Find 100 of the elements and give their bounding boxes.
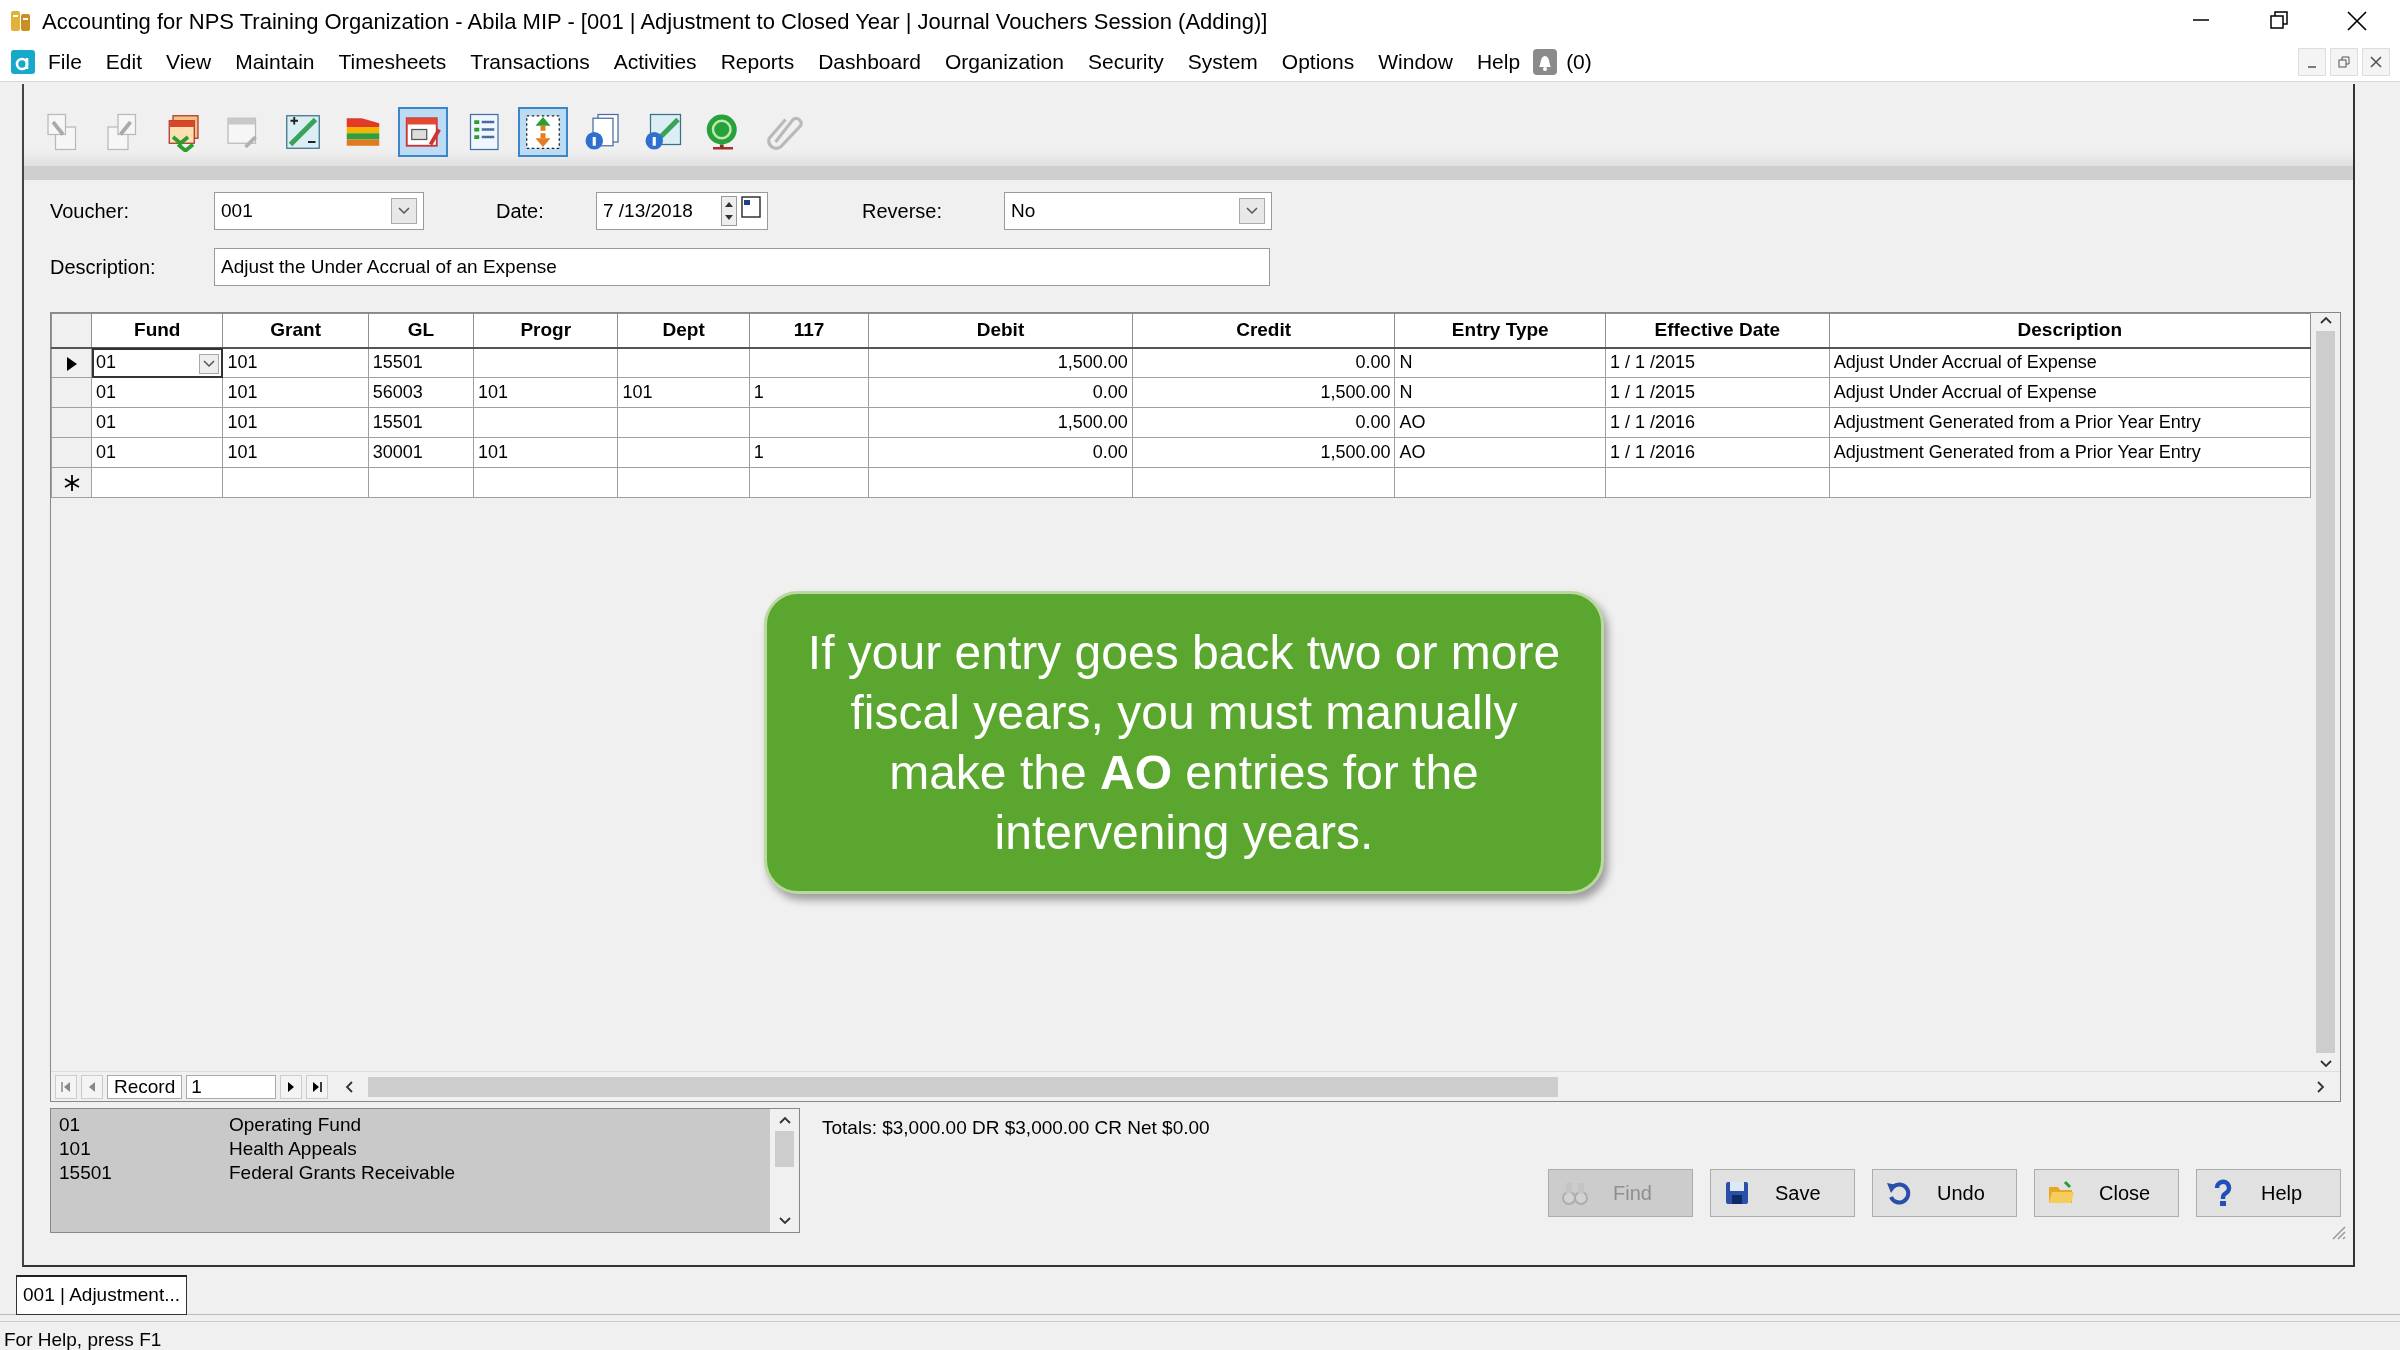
- table-cell: 56003: [368, 377, 474, 408]
- totals-text: Totals: $3,000.00 DR $3,000.00 CR Net $0.00: [822, 1116, 1211, 1140]
- table-cell: 101: [222, 347, 369, 378]
- scroll-thumb[interactable]: [368, 1076, 1559, 1097]
- field-label: Date:: [496, 199, 545, 224]
- table-cell: Adjustment Generated from a Prior Year Entry: [1829, 407, 2311, 438]
- table-cell: 01: [91, 407, 223, 438]
- table-cell: 0.00: [1132, 347, 1395, 378]
- field-label: Description:: [50, 255, 157, 280]
- menu-item[interactable]: Edit: [93, 43, 155, 80]
- table-cell: 101: [222, 437, 369, 468]
- menu-item[interactable]: System: [1175, 43, 1270, 80]
- table-cell: 101: [473, 437, 618, 468]
- lookup-code: 01: [59, 1113, 82, 1137]
- scroll-thumb[interactable]: [2316, 331, 2335, 1053]
- table-cell: 1 / 1 /2015: [1605, 347, 1830, 378]
- table-cell: 1,500.00: [868, 407, 1133, 438]
- table-cell: 0.00: [868, 377, 1133, 408]
- app-logo-icon: [10, 48, 36, 75]
- table-cell: 0.00: [1132, 407, 1395, 438]
- table-cell: 1,500.00: [868, 347, 1133, 378]
- table-cell: AO: [1395, 407, 1606, 438]
- bell-icon[interactable]: [1532, 47, 1559, 76]
- column-header[interactable]: Progr: [473, 313, 618, 348]
- menu-item[interactable]: Help: [1464, 43, 1533, 80]
- table-cell: N: [1395, 347, 1606, 378]
- new-row-icon: [62, 474, 81, 493]
- menu-item[interactable]: File: [36, 43, 94, 80]
- close-button[interactable]: Close: [2034, 1168, 2179, 1217]
- menu-item[interactable]: Maintain: [223, 43, 327, 80]
- first-record-icon[interactable]: [59, 1079, 73, 1094]
- close-icon[interactable]: [2345, 9, 2369, 33]
- table-cell: Adjustment Generated from a Prior Year Entry: [1829, 437, 2311, 468]
- status-text: For Help, press F1: [4, 1329, 162, 1350]
- info-grid-icon: [643, 112, 683, 152]
- record-label: Record: [107, 1074, 183, 1099]
- date-field[interactable]: 7 /13/2018: [596, 192, 768, 230]
- column-header[interactable]: 117: [749, 313, 869, 348]
- grid-icon: [283, 112, 323, 152]
- table-cell: Adjust Under Accrual of Expense: [1829, 377, 2311, 408]
- menu-item[interactable]: Transactions: [458, 43, 602, 80]
- table-cell: 15501: [368, 407, 474, 438]
- current-row-icon: [65, 355, 78, 372]
- lookup-name: Operating Fund: [229, 1113, 362, 1137]
- table-cell: 1: [749, 437, 869, 468]
- table-cell: 0.00: [868, 437, 1133, 468]
- table-cell: 01: [91, 437, 223, 468]
- menu-item[interactable]: Timesheets: [326, 43, 459, 80]
- column-header[interactable]: GL: [368, 313, 474, 348]
- table-cell: 1,500.00: [1132, 377, 1395, 408]
- table-cell: 1 / 1 /2015: [1605, 377, 1830, 408]
- voucher-select[interactable]: 001: [214, 192, 424, 230]
- column-header[interactable]: Entry Type: [1395, 313, 1606, 348]
- table-cell: 101: [222, 377, 369, 408]
- column-header[interactable]: Grant: [222, 313, 369, 348]
- toolbar-button[interactable]: [398, 107, 448, 157]
- menu-item[interactable]: Security: [1075, 43, 1176, 80]
- menu-item[interactable]: Organization: [932, 43, 1076, 80]
- scroll-thumb[interactable]: [775, 1131, 794, 1167]
- column-header[interactable]: Credit: [1132, 313, 1395, 348]
- undo-button[interactable]: Undo: [1872, 1168, 2017, 1217]
- table-cell: 15501: [368, 347, 474, 378]
- column-header[interactable]: Dept: [617, 313, 750, 348]
- calendar-icon[interactable]: [741, 196, 761, 218]
- toolbar-button[interactable]: [518, 107, 568, 157]
- window-title: Accounting for NPS Training Organization - Abila MIP - [001 | Adjustment to Closed Year | Journal Vouchers Session (Adding)]: [42, 7, 1268, 36]
- table-cell: N: [1395, 377, 1606, 408]
- last-record-icon[interactable]: [310, 1079, 325, 1094]
- reverse-select[interactable]: No: [1004, 192, 1272, 230]
- lookup-code: 101: [59, 1137, 92, 1161]
- column-header[interactable]: Description: [1829, 313, 2311, 348]
- table-cell: 1: [749, 377, 869, 408]
- table-cell: 01: [91, 377, 223, 408]
- save-button[interactable]: Save: [1710, 1168, 1855, 1217]
- menu-item[interactable]: Reports: [708, 43, 807, 80]
- close-icon[interactable]: [2368, 53, 2384, 70]
- help-button[interactable]: Help: [2196, 1168, 2341, 1217]
- menu-item[interactable]: Activities: [601, 43, 709, 80]
- document-tab[interactable]: 001 | Adjustment...: [16, 1275, 188, 1315]
- column-header[interactable]: Debit: [868, 313, 1133, 348]
- table-cell: 01: [91, 347, 223, 378]
- column-header[interactable]: Fund: [91, 313, 223, 348]
- column-header[interactable]: Effective Date: [1605, 313, 1830, 348]
- spinner-icon[interactable]: [721, 196, 737, 226]
- table-cell: Adjust Under Accrual of Expense: [1829, 347, 2311, 378]
- lookup-name: Federal Grants Receivable: [229, 1161, 455, 1185]
- callout: If your entry goes back two or more fiscal years, you must manually make the AO entries for the intervening years.: [764, 591, 1604, 894]
- table-cell: 30001: [368, 437, 474, 468]
- notification-count[interactable]: (0): [1558, 43, 1604, 80]
- table-cell: 1,500.00: [1132, 437, 1395, 468]
- table-cell: 101: [473, 377, 618, 408]
- up-down-arrows-icon: [523, 112, 563, 152]
- menu-item[interactable]: View: [154, 43, 224, 80]
- menu-item[interactable]: Dashboard: [806, 43, 933, 80]
- record-field[interactable]: 1: [186, 1074, 277, 1099]
- menu-item[interactable]: Options: [1269, 43, 1367, 80]
- table-cell: AO: [1395, 437, 1606, 468]
- description-field[interactable]: Adjust the Under Accrual of an Expense: [214, 248, 1270, 286]
- menu-item[interactable]: Window: [1366, 43, 1465, 80]
- table-cell: 101: [617, 377, 750, 408]
